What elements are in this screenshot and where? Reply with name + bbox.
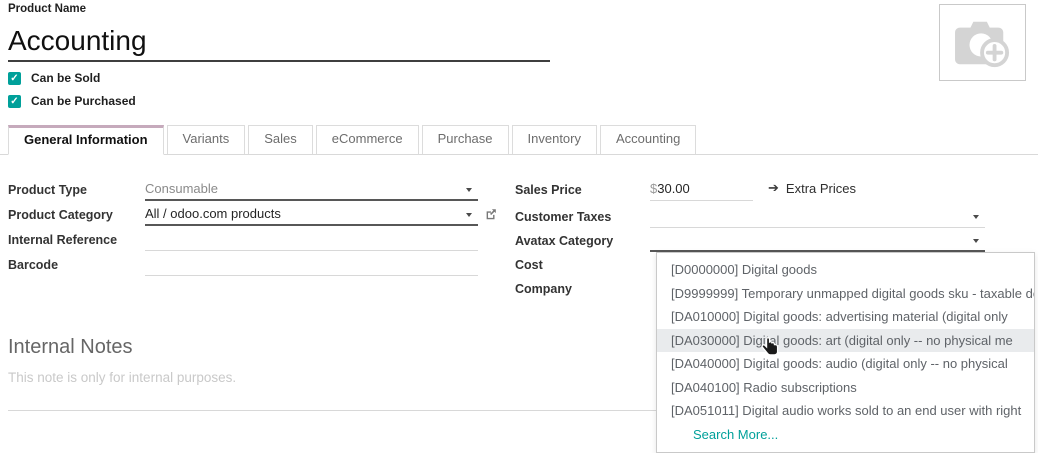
internal-reference-input[interactable] [145,229,478,251]
checkbox-can-be-sold[interactable]: ✓ Can be Sold [8,71,100,85]
product-name-input[interactable]: Accounting [8,20,550,62]
dropdown-option[interactable]: [D9999999] Temporary unmapped digital go… [657,282,1034,306]
dropdown-option[interactable]: [DA051011] Digital audio works sold to a… [657,399,1034,423]
checkmark-icon[interactable]: ✓ [8,95,21,108]
tab-accounting[interactable]: Accounting [600,125,696,155]
barcode-input[interactable] [145,254,478,276]
product-type-value: Consumable [145,181,218,196]
chevron-down-icon [973,239,979,243]
extra-prices-link[interactable]: ➔ Extra Prices [768,180,856,196]
external-link-icon[interactable] [484,207,498,221]
internal-reference-label: Internal Reference [8,229,117,251]
dropdown-option[interactable]: [DA010000] Digital goods: advertising ma… [657,305,1034,329]
dropdown-option[interactable]: [D0000000] Digital goods [657,258,1034,282]
arrow-right-icon: ➔ [768,180,779,196]
sales-price-input[interactable]: $30.00 [650,179,753,201]
avatax-category-dropdown: [D0000000] Digital goods [D9999999] Temp… [656,252,1035,453]
product-form-page: Product Name Accounting ✓ Can be Sold ✓ … [0,0,1038,453]
search-more-link[interactable]: Search More... [657,423,1034,447]
chevron-down-icon [466,188,472,192]
tab-ecommerce[interactable]: eCommerce [316,125,419,155]
sales-price-label: Sales Price [515,179,582,201]
customer-taxes-label: Customer Taxes [515,206,611,228]
chevron-down-icon [466,213,472,217]
barcode-label: Barcode [8,254,58,276]
notebook-tabs: General Information Variants Sales eComm… [0,124,1038,155]
checkbox-can-be-purchased[interactable]: ✓ Can be Purchased [8,94,136,108]
customer-taxes-select[interactable] [650,206,985,228]
dropdown-option[interactable]: [DA040100] Radio subscriptions [657,376,1034,400]
tab-sales[interactable]: Sales [248,125,313,155]
product-category-select[interactable]: All / odoo.com products [145,204,478,226]
tab-variants[interactable]: Variants [167,125,246,155]
sales-price-value: 30.00 [657,181,690,196]
product-image-placeholder[interactable] [939,4,1026,81]
dropdown-option-highlighted[interactable]: [DA030000] Digital goods: art (digital o… [657,329,1034,353]
camera-plus-icon [952,16,1014,70]
product-category-value: All / odoo.com products [145,206,281,221]
product-type-select[interactable]: Consumable [145,179,478,201]
tab-inventory[interactable]: Inventory [512,125,597,155]
checkbox-label: Can be Sold [31,71,100,85]
internal-notes-heading: Internal Notes [8,336,133,359]
avatax-category-select[interactable] [650,230,985,252]
internal-notes-placeholder[interactable]: This note is only for internal purposes. [8,370,236,385]
product-category-label: Product Category [8,204,113,226]
product-type-label: Product Type [8,179,87,201]
extra-prices-label: Extra Prices [786,181,856,196]
avatax-category-label: Avatax Category [515,230,613,252]
tab-purchase[interactable]: Purchase [422,125,509,155]
chevron-down-icon [973,215,979,219]
company-label: Company [515,278,572,300]
cost-label: Cost [515,254,543,276]
tab-general-information[interactable]: General Information [8,125,164,155]
checkmark-icon[interactable]: ✓ [8,72,21,85]
dropdown-option[interactable]: [DA040000] Digital goods: audio (digital… [657,352,1034,376]
checkbox-label: Can be Purchased [31,94,136,108]
product-name-label: Product Name [8,3,86,15]
